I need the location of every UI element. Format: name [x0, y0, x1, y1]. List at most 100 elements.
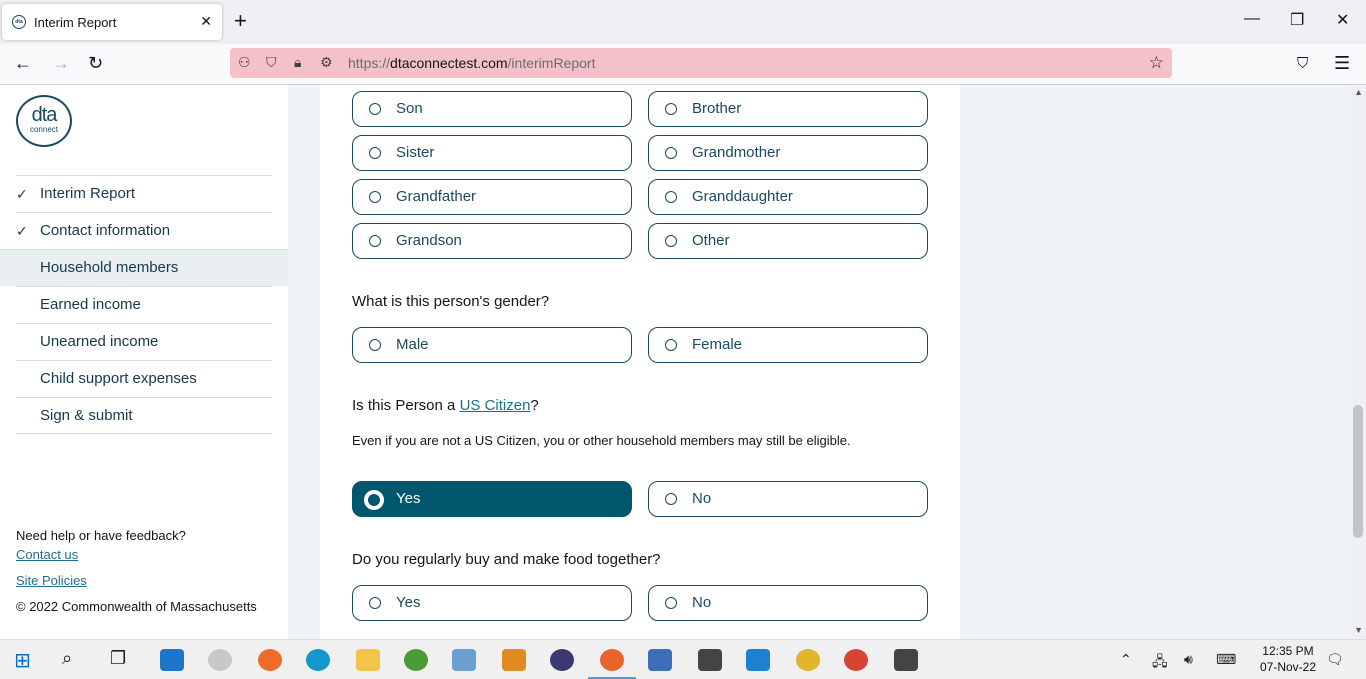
- radio-icon: [369, 339, 381, 351]
- new-tab-icon[interactable]: +: [234, 9, 247, 33]
- relationship-option-brother[interactable]: Brother: [648, 91, 928, 127]
- show-hidden-icons-icon[interactable]: ⌃: [1120, 651, 1132, 668]
- option-label: Grandson: [396, 232, 462, 249]
- app-green-icon[interactable]: [404, 649, 428, 671]
- option-label: Other: [692, 232, 730, 249]
- permissions-icon[interactable]: ⚙: [320, 54, 333, 71]
- sidebar-item-label: Household members: [40, 259, 179, 276]
- edge-icon[interactable]: [306, 649, 330, 671]
- sidebar-item-contact-information[interactable]: ✓ Contact information: [16, 212, 272, 249]
- shield-icon[interactable]: ⛉: [266, 54, 277, 71]
- firefox-icon[interactable]: [600, 649, 624, 671]
- close-window-icon[interactable]: ✕: [1336, 10, 1349, 30]
- menu-icon[interactable]: ☰: [1334, 53, 1350, 74]
- app-media-icon[interactable]: [452, 649, 476, 671]
- browser-tab[interactable]: dta Interim Report ✕: [2, 4, 222, 40]
- minimize-icon[interactable]: —: [1244, 10, 1260, 28]
- radio-icon: [369, 191, 381, 203]
- sidebar-item-child-support-expenses[interactable]: Child support expenses: [16, 360, 272, 397]
- scrollbar-thumb[interactable]: [1353, 405, 1363, 538]
- page-scrollbar[interactable]: ▲ ▼: [1350, 85, 1366, 639]
- citizen-option-yes[interactable]: Yes: [352, 481, 632, 517]
- notifications-icon[interactable]: 🗨︎: [1326, 651, 1344, 668]
- task-view-icon[interactable]: ❐: [110, 648, 126, 669]
- vscode-icon[interactable]: [746, 649, 770, 671]
- tab-bar: dta Interim Report ✕ + — ❐ ✕: [0, 0, 1366, 44]
- option-label: Yes: [396, 594, 421, 611]
- relationship-option-granddaughter[interactable]: Granddaughter: [648, 179, 928, 215]
- scroll-up-icon[interactable]: ▲: [1354, 87, 1363, 97]
- file-explorer-icon[interactable]: [356, 649, 380, 671]
- radio-icon: [369, 147, 381, 159]
- sidebar-item-label: Child support expenses: [40, 370, 197, 387]
- relationship-option-other[interactable]: Other: [648, 223, 928, 259]
- gender-option-male[interactable]: Male: [352, 327, 632, 363]
- scroll-down-icon[interactable]: ▼: [1354, 625, 1363, 635]
- radio-selected-icon: [364, 490, 384, 510]
- radio-icon: [369, 235, 381, 247]
- system-clock[interactable]: 12:35 PM 07-Nov-22: [1260, 643, 1316, 675]
- keyboard-icon[interactable]: ⌨: [1216, 651, 1236, 668]
- sidebar-item-label: Interim Report: [40, 185, 136, 202]
- food-option-yes[interactable]: Yes: [352, 585, 632, 621]
- reload-icon[interactable]: ↻: [88, 53, 103, 74]
- remote-desktop-icon[interactable]: [648, 649, 672, 671]
- option-label: Grandmother: [692, 144, 781, 161]
- dta-favicon-icon: dta: [12, 15, 26, 29]
- relationship-option-grandmother[interactable]: Grandmother: [648, 135, 928, 171]
- forward-icon[interactable]: →: [52, 53, 70, 74]
- dta-connect-logo[interactable]: dta connect: [16, 95, 72, 147]
- main-form: Son Brother Sister Grandmother Grandfath…: [320, 85, 960, 639]
- citizen-option-no[interactable]: No: [648, 481, 928, 517]
- sidebar-item-interim-report[interactable]: ✓ Interim Report: [16, 175, 272, 212]
- internet-explorer-icon[interactable]: [160, 649, 184, 671]
- windows-start-icon[interactable]: ⊞: [14, 648, 31, 673]
- radio-icon: [665, 235, 677, 247]
- food-option-no[interactable]: No: [648, 585, 928, 621]
- app-dark-icon-2[interactable]: [894, 649, 918, 671]
- sidebar-menu: ✓ Interim Report ✓ Contact information H…: [0, 175, 288, 434]
- contact-us-link[interactable]: Contact us: [16, 547, 78, 562]
- sidebar-item-household-members[interactable]: Household members: [0, 249, 288, 286]
- eclipse-icon[interactable]: [550, 649, 574, 671]
- bookmark-star-icon[interactable]: ☆: [1149, 53, 1164, 73]
- close-tab-icon[interactable]: ✕: [200, 13, 212, 30]
- citizen-question: Is this Person a US Citizen?: [352, 397, 539, 414]
- chrome-icon[interactable]: [796, 649, 820, 671]
- citizen-question-mark: ?: [530, 397, 539, 414]
- search-icon[interactable]: ⌕: [62, 648, 72, 669]
- radio-icon: [665, 339, 677, 351]
- sidebar-item-label: Sign & submit: [40, 407, 133, 424]
- chrome-profile-icon[interactable]: [844, 649, 868, 671]
- sidebar-item-unearned-income[interactable]: Unearned income: [16, 323, 272, 360]
- lock-icon[interactable]: 🔒︎: [294, 54, 301, 71]
- app-icon[interactable]: [208, 649, 232, 671]
- site-policies-link[interactable]: Site Policies: [16, 573, 87, 588]
- volume-icon[interactable]: 🔊︎: [1184, 651, 1193, 668]
- clock-date: 07-Nov-22: [1259, 660, 1316, 674]
- remote-control-icon[interactable]: ⚇: [238, 54, 251, 71]
- gender-option-female[interactable]: Female: [648, 327, 928, 363]
- option-label: No: [692, 594, 712, 611]
- sidebar-item-earned-income[interactable]: Earned income: [16, 286, 272, 323]
- option-label: Sister: [396, 144, 435, 161]
- relationship-option-grandson[interactable]: Grandson: [352, 223, 632, 259]
- relationship-option-sister[interactable]: Sister: [352, 135, 632, 171]
- postman-icon[interactable]: [258, 649, 282, 671]
- sidebar: dta connect ✓ Interim Report ✓ Contact i…: [0, 85, 288, 639]
- app-dark-icon[interactable]: [698, 649, 722, 671]
- relationship-option-son[interactable]: Son: [352, 91, 632, 127]
- option-label: Yes: [396, 490, 421, 507]
- radio-icon: [369, 103, 381, 115]
- url-text[interactable]: https://dtaconnectest.com/interimReport: [348, 55, 595, 71]
- back-icon[interactable]: ←: [14, 53, 32, 74]
- relationship-option-grandfather[interactable]: Grandfather: [352, 179, 632, 215]
- us-citizen-link[interactable]: US Citizen: [460, 397, 531, 414]
- network-icon[interactable]: 🖧︎: [1152, 651, 1168, 675]
- sidebar-item-sign-submit[interactable]: Sign & submit: [16, 397, 272, 434]
- sublime-text-icon[interactable]: [502, 649, 526, 671]
- url-bar[interactable]: ⚇ ⛉ 🔒︎ ⚙ https://dtaconnectest.com/inter…: [230, 48, 1172, 78]
- restore-icon[interactable]: ❐: [1290, 10, 1304, 30]
- pocket-icon[interactable]: ⛉: [1297, 55, 1308, 72]
- page-viewport: dta connect ✓ Interim Report ✓ Contact i…: [0, 85, 1366, 639]
